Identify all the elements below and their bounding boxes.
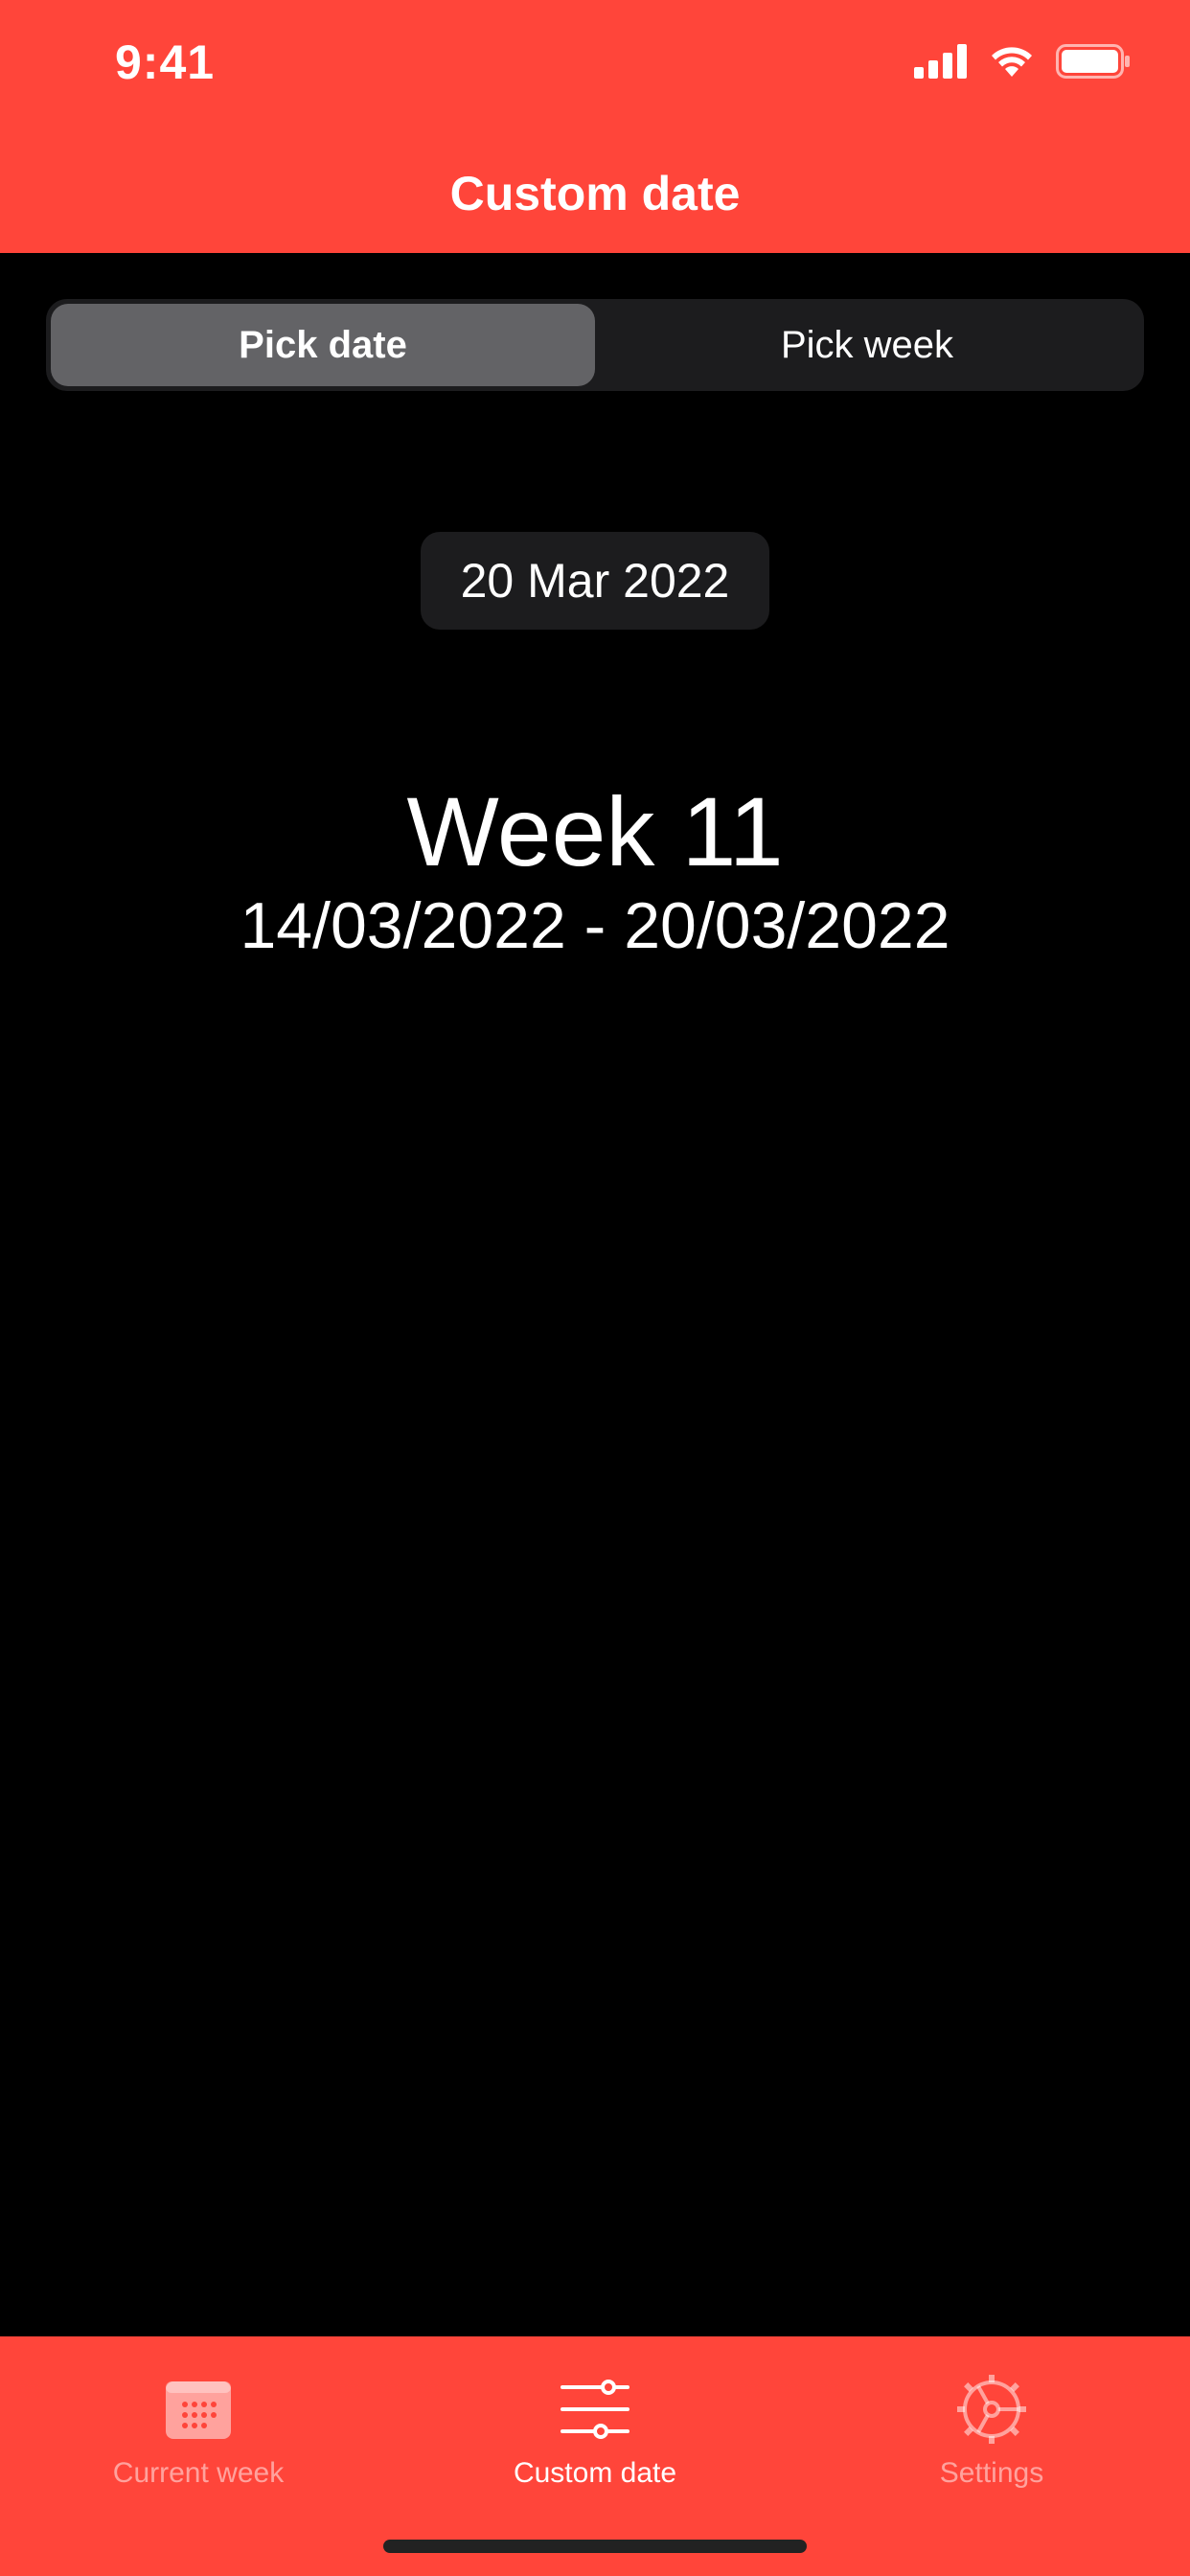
navigation-bar: Custom date [0, 134, 1190, 253]
tab-label-settings: Settings [939, 2457, 1044, 2489]
mode-segmented-control: Pick date Pick week [46, 299, 1144, 391]
wifi-icon [989, 44, 1035, 83]
tab-label-current-week: Current week [112, 2457, 285, 2489]
tab-current-week[interactable]: Current week [0, 2336, 397, 2509]
tab-bar: Current week Custom date Settings [0, 2336, 1190, 2576]
calendar-icon [164, 2371, 233, 2448]
battery-icon [1056, 44, 1131, 83]
cellular-signal-icon [914, 44, 968, 83]
home-indicator[interactable] [383, 2540, 807, 2553]
tab-custom-date[interactable]: Custom date [397, 2336, 793, 2509]
page-title: Custom date [449, 167, 741, 220]
status-icons [914, 44, 1131, 83]
date-picker-button[interactable]: 20 Mar 2022 [421, 532, 769, 630]
week-date-range: 14/03/2022 - 20/03/2022 [240, 889, 950, 962]
status-time: 9:41 [115, 35, 216, 89]
gear-icon [955, 2371, 1028, 2448]
segment-pick-week[interactable]: Pick week [595, 304, 1139, 386]
tab-label-custom-date: Custom date [513, 2457, 677, 2489]
week-number-label: Week 11 [406, 777, 784, 886]
tab-settings[interactable]: Settings [793, 2336, 1190, 2509]
status-bar: 9:41 [0, 0, 1190, 134]
segment-pick-date[interactable]: Pick date [51, 304, 595, 386]
sliders-icon [560, 2371, 630, 2448]
